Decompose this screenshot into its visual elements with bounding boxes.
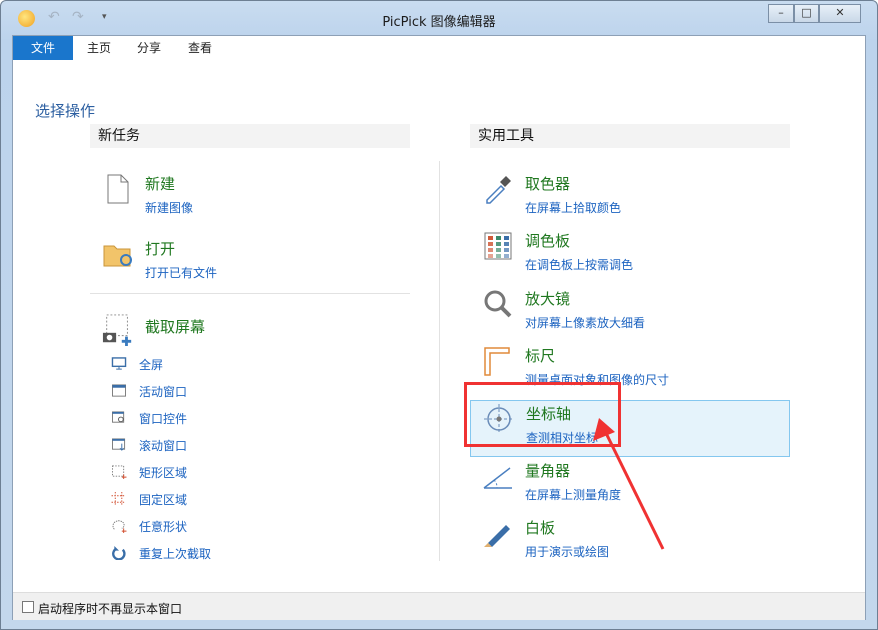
new-item[interactable]: 新建 新建图像: [96, 171, 416, 227]
tab-view[interactable]: 查看: [174, 36, 226, 60]
annotation-red-box: [464, 382, 621, 447]
dont-show-label[interactable]: 启动程序时不再显示本窗口: [38, 600, 182, 617]
capture-option-label: 窗口控件: [139, 412, 188, 426]
open-folder-icon: [103, 245, 132, 267]
capture-option-label: 矩形区域: [139, 466, 188, 480]
window-control-icon: [112, 411, 125, 423]
window-icon: [112, 384, 126, 397]
tool-eyedropper[interactable]: 取色器 在屏幕上拾取颜色: [476, 171, 796, 227]
capture-option-label: 滚动窗口: [139, 439, 188, 453]
fixed-region-icon: [111, 492, 126, 506]
page-heading: 选择操作: [35, 102, 96, 120]
new-title: 新建: [145, 175, 176, 193]
new-file-icon: [107, 174, 129, 204]
tool-title: 调色板: [525, 232, 571, 251]
section-divider: [90, 293, 410, 294]
repeat-icon: [112, 546, 126, 560]
freehand-icon: [112, 520, 127, 533]
open-item[interactable]: 打开 打开已有文件: [96, 236, 416, 292]
window-title: PicPick 图像编辑器: [382, 15, 496, 30]
open-title: 打开: [145, 240, 176, 258]
capture-camera-icon: [102, 314, 132, 346]
tool-protractor[interactable]: 量角器 在屏幕上测量角度: [476, 458, 796, 514]
tool-pen[interactable]: 白板 用于演示或绘图: [476, 515, 796, 571]
tool-magnifier[interactable]: 放大镜 对屏幕上像素放大细看: [476, 286, 796, 342]
tool-subtitle: 用于演示或绘图: [525, 544, 610, 559]
maximize-button[interactable]: □: [794, 4, 819, 23]
capture-option-label: 固定区域: [139, 493, 188, 507]
open-subtitle: 打开已有文件: [145, 266, 218, 280]
capture-option-label: 全屏: [139, 358, 164, 372]
minimize-button[interactable]: –: [768, 4, 794, 23]
tool-subtitle: 在屏幕上测量角度: [525, 487, 622, 502]
protractor-icon: [483, 466, 512, 489]
ruler-icon: [484, 347, 510, 376]
tool-title: 白板: [525, 518, 556, 537]
tool-subtitle: 对屏幕上像素放大细看: [525, 315, 646, 330]
tab-home[interactable]: 主页: [73, 36, 125, 60]
tools-header: 实用工具: [470, 124, 790, 148]
client-area: 文件 主页 分享 查看 选择操作 新任务 实用工具 新建 新建图像 打开 打开已…: [12, 35, 866, 620]
title-bar: ↶ ↷ ▾ PicPick 图像编辑器 – □ ✕: [0, 0, 878, 35]
pen-icon: [484, 524, 510, 547]
tool-subtitle: 在屏幕上拾取颜色: [525, 201, 622, 215]
capture-option-label: 任意形状: [139, 520, 188, 534]
tab-file[interactable]: 文件: [13, 36, 73, 60]
tool-palette[interactable]: 调色板 在调色板上按需调色: [476, 228, 796, 284]
dont-show-checkbox[interactable]: [22, 601, 34, 613]
capture-title: 截取屏幕: [145, 318, 206, 336]
tool-subtitle: 在调色板上按需调色: [525, 258, 634, 273]
close-button[interactable]: ✕: [819, 4, 861, 23]
tool-title: 放大镜: [525, 289, 571, 308]
tool-title: 取色器: [525, 175, 571, 193]
rectangle-region-icon: [112, 465, 127, 479]
eyedropper-icon: [486, 176, 511, 204]
new-task-header: 新任务: [90, 124, 410, 148]
palette-icon: [484, 232, 512, 260]
magnifier-icon: [484, 290, 512, 318]
tool-title: 量角器: [525, 461, 571, 480]
column-divider: [439, 161, 440, 561]
new-subtitle: 新建图像: [145, 201, 194, 215]
tab-share[interactable]: 分享: [123, 36, 175, 60]
capture-option-label: 活动窗口: [139, 385, 188, 399]
monitor-icon: [111, 357, 127, 370]
footer-bar: 启动程序时不再显示本窗口: [13, 592, 865, 620]
tool-title: 标尺: [525, 346, 556, 365]
scroll-window-icon: [112, 438, 126, 451]
capture-option-label: 重复上次截取: [139, 547, 212, 561]
